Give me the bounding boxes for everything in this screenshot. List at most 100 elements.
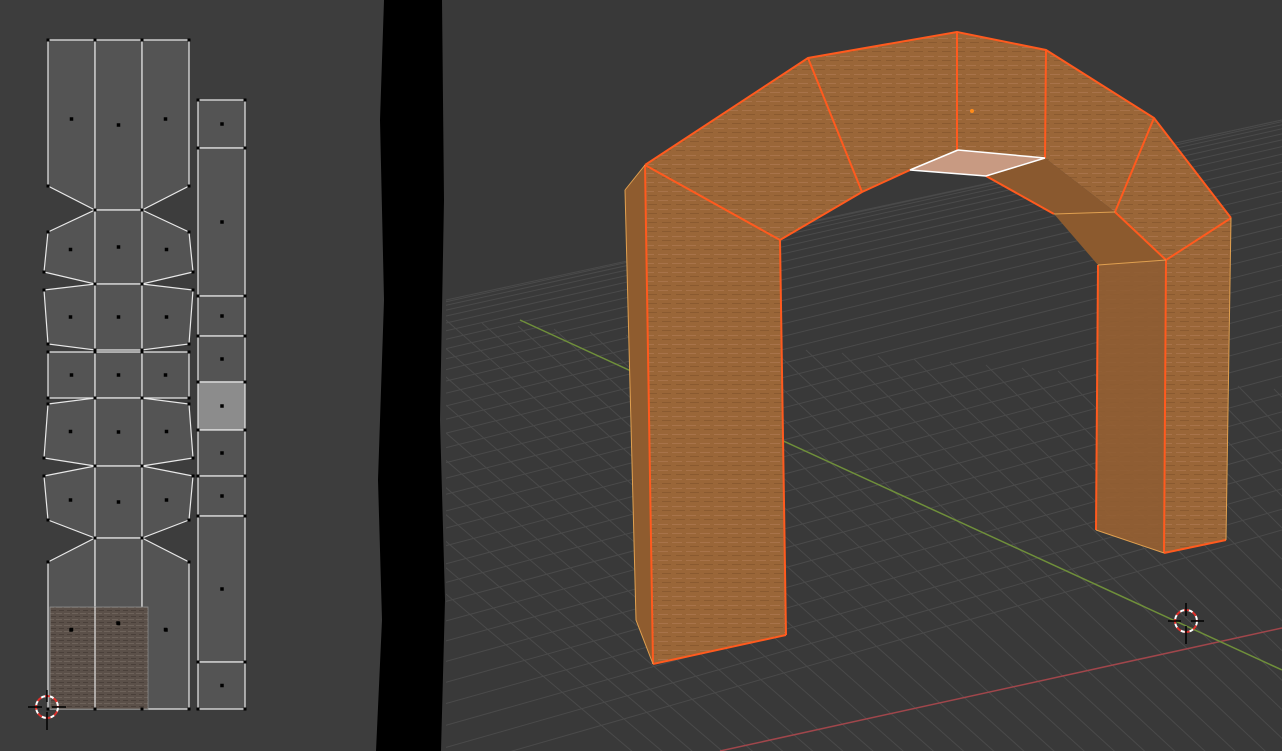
uv-face-center-dot[interactable] [220,122,224,126]
uv-vertex[interactable] [46,230,50,234]
uv-vertex[interactable] [243,334,247,338]
arch-mesh[interactable] [624,30,1232,665]
uv-vertex[interactable] [93,464,97,468]
uv-face-center-dot[interactable] [69,628,73,632]
uv-vertex[interactable] [93,38,97,42]
editor-divider[interactable] [376,0,446,751]
uv-vertex[interactable] [140,707,144,711]
uv-vertex[interactable] [140,396,144,400]
uv-vertex[interactable] [187,342,191,346]
uv-face[interactable] [141,209,194,285]
uv-face[interactable] [141,537,190,710]
uv-editor-panel[interactable] [0,0,376,751]
uv-vertex[interactable] [42,288,46,292]
uv-face-center-dot[interactable] [116,245,121,249]
uv-vertex[interactable] [196,707,200,711]
uv-face[interactable] [141,39,190,211]
uv-vertex[interactable] [42,456,46,460]
uv-vertex[interactable] [196,146,200,150]
uv-face[interactable] [47,39,96,211]
uv-face-center-dot[interactable] [69,373,74,377]
uv-face-center-dot[interactable] [116,621,120,625]
uv-face-center-dot[interactable] [164,628,168,632]
uv-vertex[interactable] [191,474,195,478]
uv-face-center-dot[interactable] [69,117,74,121]
uv-vertex[interactable] [46,184,50,188]
uv-vertex[interactable] [93,350,97,354]
uv-face-center-dot[interactable] [164,247,169,252]
uv-vertex[interactable] [196,660,200,664]
uv-face-center-dot[interactable] [164,498,169,502]
uv-face-center-dot[interactable] [116,315,121,319]
uv-vertex[interactable] [93,536,97,540]
uv-vertex[interactable] [140,350,144,354]
uv-face-center-dot[interactable] [164,315,169,319]
uv-vertex[interactable] [196,380,200,384]
uv-vertex[interactable] [243,660,247,664]
uv-vertex[interactable] [46,518,50,522]
uv-vertex[interactable] [196,514,200,518]
uv-face-center-dot[interactable] [116,500,121,504]
uv-face-center-dot[interactable] [68,315,73,319]
uv-face-center-dot[interactable] [220,404,224,408]
uv-face-center-dot[interactable] [116,123,121,127]
uv-face-center-dot[interactable] [220,494,224,498]
uv-face-center-dot[interactable] [163,373,168,377]
uv-face[interactable] [43,465,96,539]
uv-vertex[interactable] [93,282,97,286]
uv-vertex[interactable] [93,396,97,400]
uv-face[interactable] [141,465,194,539]
uv-face-center-dot[interactable] [164,429,169,434]
uv-face-center-dot[interactable] [68,247,73,252]
uv-vertex[interactable] [187,396,191,400]
uv-vertex[interactable] [46,350,50,354]
uv-vertex[interactable] [46,396,50,400]
uv-vertex[interactable] [243,707,247,711]
uv-vertex[interactable] [187,230,191,234]
uv-canvas[interactable] [0,0,376,751]
uv-vertex[interactable] [243,146,247,150]
uv-face-center-dot[interactable] [116,430,121,434]
uv-vertex[interactable] [46,707,50,711]
uv-vertex[interactable] [191,456,195,460]
uv-vertex[interactable] [46,342,50,346]
uv-vertex[interactable] [187,560,191,564]
uv-vertex[interactable] [243,294,247,298]
uv-face-center-dot[interactable] [220,314,224,318]
uv-vertex[interactable] [187,707,191,711]
uv-vertex[interactable] [42,474,46,478]
uv-face[interactable] [43,209,96,285]
uv-vertex[interactable] [140,536,144,540]
uv-vertex[interactable] [196,334,200,338]
uv-vertex[interactable] [243,380,247,384]
uv-vertex[interactable] [46,38,50,42]
uv-face-center-dot[interactable] [220,357,224,361]
uv-vertex[interactable] [196,294,200,298]
uv-vertex[interactable] [243,514,247,518]
uv-vertex[interactable] [93,208,97,212]
uv-vertex[interactable] [191,288,195,292]
uv-face-center-dot[interactable] [220,587,224,591]
uv-vertex[interactable] [196,474,200,478]
uv-vertex[interactable] [187,184,191,188]
uv-vertex[interactable] [191,270,195,274]
uv-vertex[interactable] [243,474,247,478]
uv-vertex[interactable] [187,402,191,406]
uv-face-center-dot[interactable] [68,429,73,434]
viewport-canvas[interactable] [446,0,1282,751]
uv-vertex[interactable] [243,98,247,102]
uv-vertex[interactable] [196,98,200,102]
3d-cursor-icon[interactable] [1168,603,1204,644]
uv-vertex[interactable] [46,402,50,406]
uv-face-center-dot[interactable] [68,498,73,502]
uv-vertex[interactable] [46,560,50,564]
uv-vertex[interactable] [42,270,46,274]
3d-viewport[interactable] [446,0,1282,751]
uv-face-center-dot[interactable] [163,117,168,121]
uv-vertex[interactable] [140,208,144,212]
uv-vertex[interactable] [140,282,144,286]
uv-vertex[interactable] [140,38,144,42]
uv-vertex[interactable] [187,518,191,522]
uv-vertex[interactable] [243,428,247,432]
uv-face-center-dot[interactable] [220,451,224,455]
